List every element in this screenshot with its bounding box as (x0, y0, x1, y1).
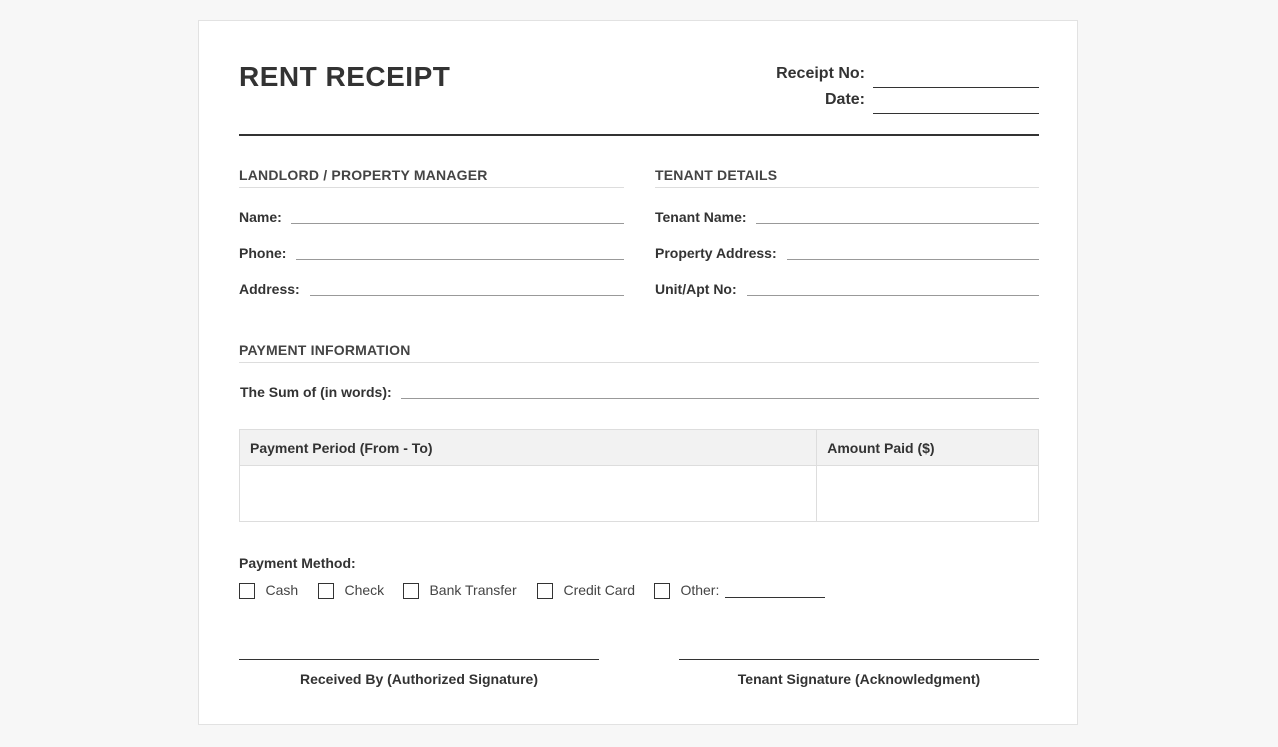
receipt-no-label: Receipt No: (776, 65, 865, 82)
method-bank-transfer[interactable]: Bank Transfer (403, 582, 517, 600)
tenant-heading-rule (655, 187, 1039, 188)
period-cell[interactable] (238, 465, 818, 522)
bank-transfer-checkbox[interactable] (403, 582, 419, 599)
landlord-phone-label: Phone: (239, 245, 287, 261)
amount-cell[interactable] (816, 465, 1039, 522)
other-label: Other: (680, 582, 720, 598)
landlord-name-label: Name: (239, 209, 282, 225)
property-address-label: Property Address: (655, 245, 777, 261)
tenant-signature-line[interactable] (679, 659, 1039, 660)
method-cash[interactable]: Cash (239, 582, 298, 600)
amount-header: Amount Paid ($) (816, 429, 1039, 466)
landlord-heading-rule (239, 187, 624, 188)
unit-field[interactable] (747, 295, 1039, 296)
cash-label: Cash (265, 582, 299, 598)
cash-checkbox[interactable] (239, 582, 255, 599)
method-credit-card[interactable]: Credit Card (537, 582, 635, 600)
date-field[interactable] (873, 113, 1039, 114)
payment-heading-rule (239, 362, 1039, 363)
landlord-address-field[interactable] (310, 295, 624, 296)
landlord-phone-field[interactable] (296, 259, 624, 260)
payment-heading: PAYMENT INFORMATION (239, 342, 411, 358)
property-address-field[interactable] (787, 259, 1039, 260)
tenant-heading: TENANT DETAILS (655, 167, 778, 183)
date-label: Date: (824, 91, 865, 108)
tenant-signature-label: Tenant Signature (Acknowledgment) (737, 671, 981, 687)
method-check[interactable]: Check (318, 582, 384, 600)
receipt-no-field[interactable] (873, 87, 1039, 88)
received-by-signature-line[interactable] (239, 659, 599, 660)
sum-label: The Sum of (in words): (240, 384, 392, 400)
header-divider (239, 134, 1039, 136)
payment-table: Payment Period (From - To) Amount Paid (… (238, 429, 1039, 522)
table-row (238, 465, 1039, 522)
received-by-label: Received By (Authorized Signature) (299, 671, 539, 687)
landlord-address-label: Address: (239, 281, 300, 297)
bank-transfer-label: Bank Transfer (429, 582, 517, 598)
unit-label: Unit/Apt No: (655, 281, 737, 297)
credit-card-checkbox[interactable] (537, 582, 553, 599)
method-other[interactable]: Other: (654, 582, 719, 600)
sum-field[interactable] (401, 398, 1039, 399)
receipt-sheet: RENT RECEIPT Receipt No: Date: LANDLORD … (198, 20, 1078, 725)
table-header-row: Payment Period (From - To) Amount Paid (… (238, 429, 1039, 466)
receipt-title: RENT RECEIPT (239, 61, 451, 92)
other-field[interactable] (725, 597, 825, 598)
landlord-heading: LANDLORD / PROPERTY MANAGER (239, 167, 488, 183)
other-checkbox[interactable] (654, 582, 670, 599)
check-label: Check (344, 582, 385, 598)
landlord-name-field[interactable] (291, 223, 624, 224)
tenant-name-label: Tenant Name: (655, 209, 747, 225)
period-header: Payment Period (From - To) (238, 429, 818, 466)
credit-card-label: Credit Card (563, 582, 636, 598)
tenant-name-field[interactable] (756, 223, 1039, 224)
check-checkbox[interactable] (318, 582, 334, 599)
payment-method-label: Payment Method: (239, 555, 356, 571)
